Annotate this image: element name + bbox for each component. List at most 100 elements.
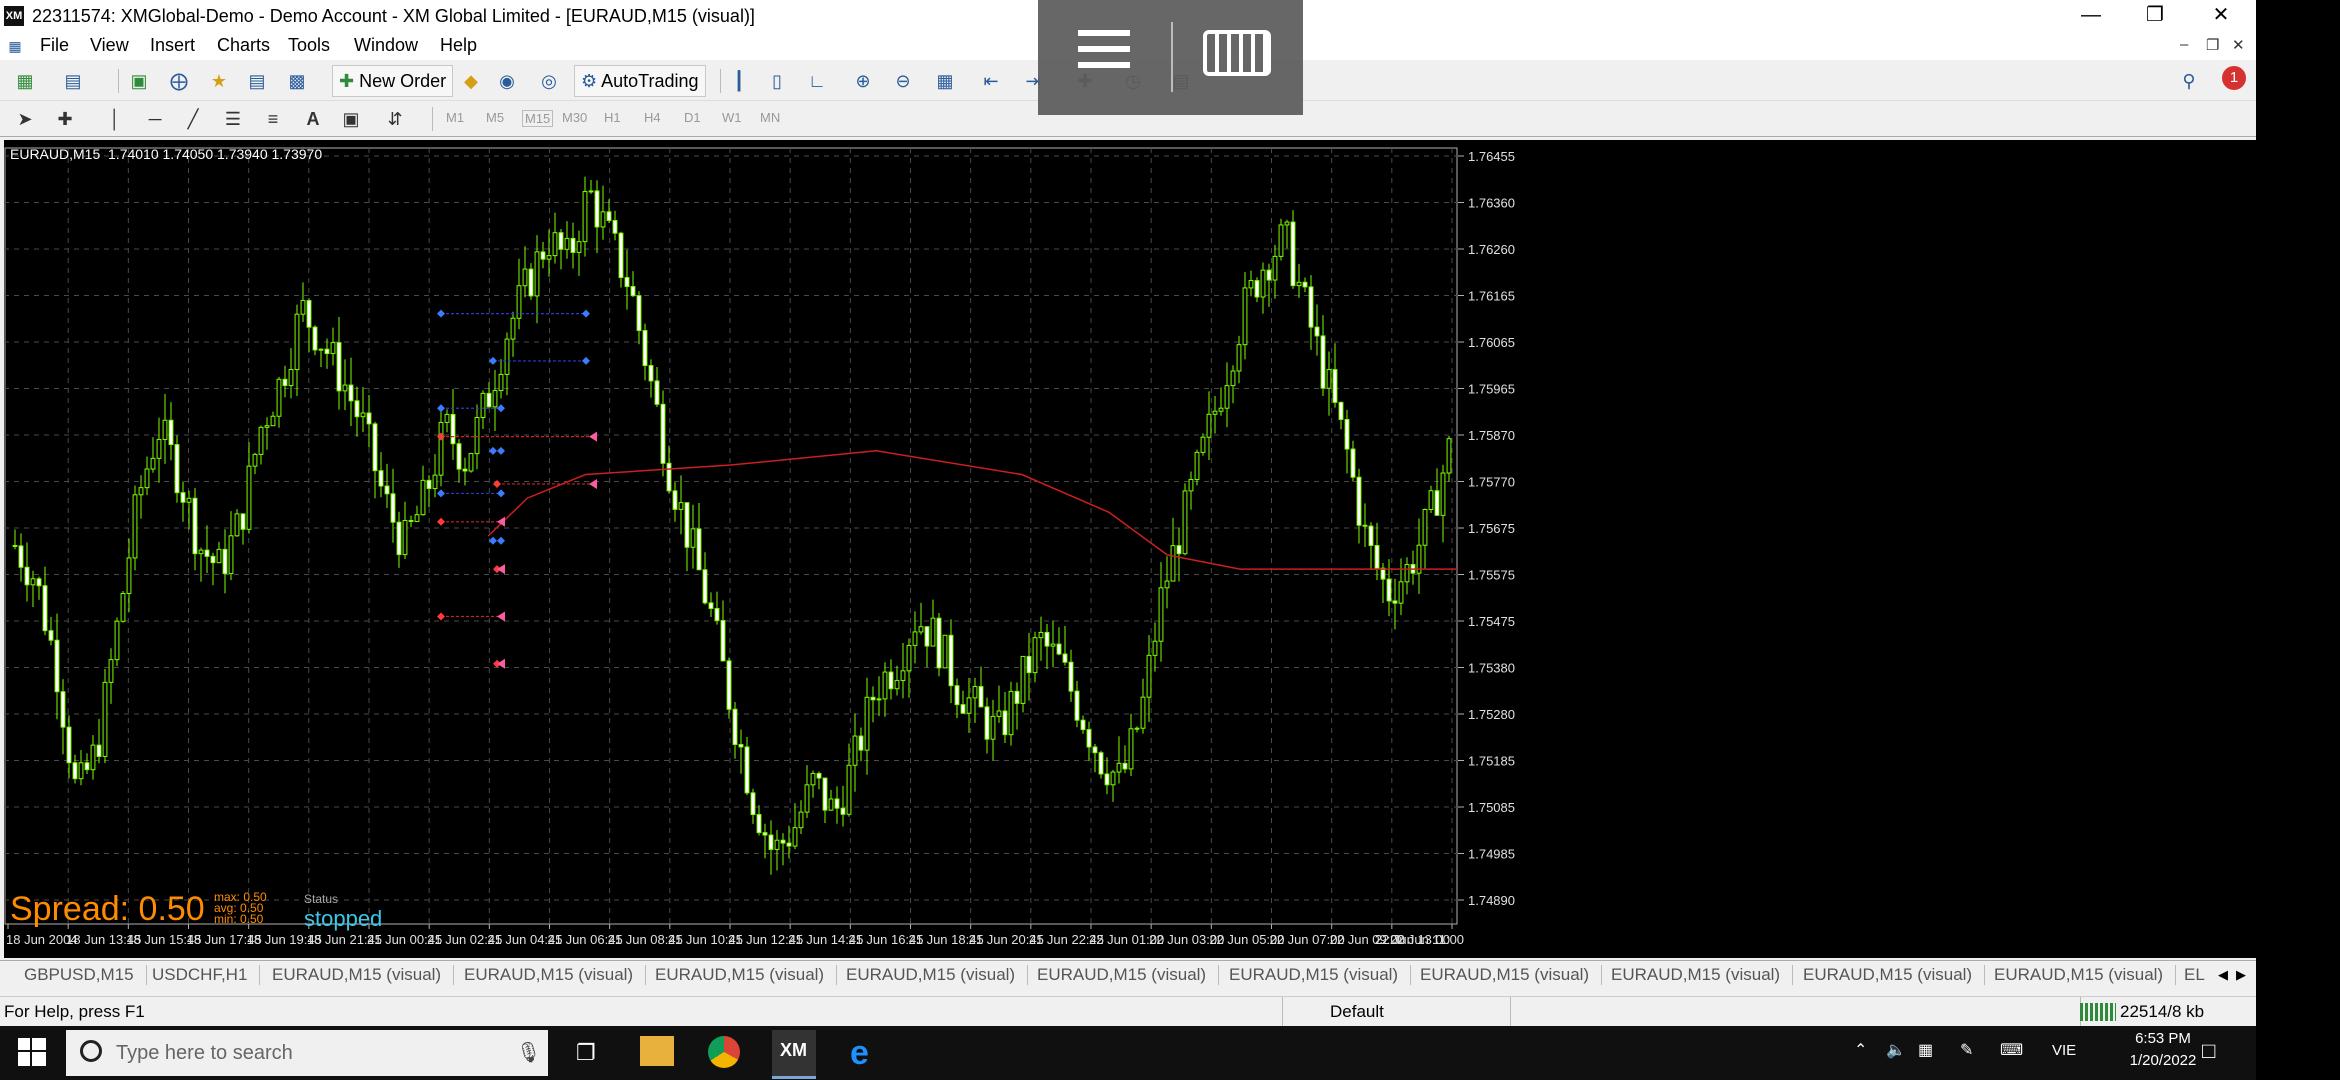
timeframe-h1[interactable]: H1 [604,110,621,125]
timeframe-m5[interactable]: M5 [486,110,504,125]
close-button[interactable]: ✕ [2190,0,2252,32]
favorites-icon[interactable]: ★ [208,70,230,92]
channel-icon[interactable]: ☰ [222,108,244,130]
tab-el[interactable]: EL [2184,965,2217,985]
menu-file[interactable]: File [40,35,69,56]
show-hidden-icons[interactable]: ⌃ [1854,1040,1867,1060]
tab-euraud-visual[interactable]: EURAUD,M15 (visual) [1803,965,1986,985]
menu-insert[interactable]: Insert [150,35,195,56]
tab-euraud-visual[interactable]: EURAUD,M15 (visual) [655,965,838,985]
network-icon[interactable]: ▦ [1918,1040,1933,1060]
touch-keyboard-icon[interactable]: ⌨ [2000,1040,2023,1060]
cursor-icon[interactable]: ➤ [14,108,36,130]
candle-bear [366,412,372,425]
tab-euraud-visual[interactable]: EURAUD,M15 (visual) [1420,965,1603,985]
metaeditor-icon[interactable]: ◆ [460,70,482,92]
candlestick-icon[interactable]: ▯ [766,70,788,92]
edge-icon[interactable]: e [850,1034,869,1073]
terminal-icon[interactable]: ▤ [246,70,268,92]
microphone-icon[interactable]: 🎙 [516,1040,541,1065]
task-view-icon[interactable]: ❐ [576,1040,596,1066]
text-icon[interactable]: A [302,108,324,130]
clock-date[interactable]: 1/20/2022 [2118,1052,2208,1069]
price-chart[interactable]: 1.76455 1.76360 1.76260 1.76165 1.76065 1.759… [4,140,2256,958]
horizontal-line-icon[interactable]: ─ [144,108,166,130]
timeframe-m1[interactable]: M1 [446,110,464,125]
candle-bull [1140,696,1146,729]
keyboard-icon[interactable] [1203,30,1271,76]
notification-badge[interactable]: 1 [2222,66,2246,90]
new-order-icon: ✚ [339,71,355,91]
candle-bear [378,470,384,487]
tab-scroll-left-icon[interactable]: ◀ [2218,967,2228,983]
hamburger-menu-icon[interactable] [1078,30,1130,76]
tile-windows-icon[interactable]: ▦ [934,70,956,92]
tab-euraud-visual[interactable]: EURAUD,M15 (visual) [1611,965,1794,985]
autotrading-button[interactable]: ⚙ AutoTrading [574,65,706,97]
windows-start-icon[interactable] [18,1038,46,1066]
profiles-icon[interactable]: ▤ [62,70,84,92]
fibonacci-icon[interactable]: ≡ [262,108,284,130]
candle-bull [270,415,276,427]
tab-euraud-visual[interactable]: EURAUD,M15 (visual) [1229,965,1412,985]
tab-usdchf-h1[interactable]: USDCHF,H1 [152,965,261,985]
vertical-line-icon[interactable]: │ [104,108,126,130]
auto-scroll-icon[interactable]: ⇤ [980,70,1002,92]
tab-euraud-visual[interactable]: EURAUD,M15 (visual) [272,965,455,985]
timeframe-mn[interactable]: MN [760,110,780,125]
market-icon[interactable]: ◎ [538,70,560,92]
candle-bull [276,378,282,417]
chrome-icon[interactable] [708,1036,740,1068]
text-label-icon[interactable]: ▣ [340,108,362,130]
new-chart-icon[interactable]: ▦ [14,70,36,92]
menu-view[interactable]: View [90,35,129,56]
taskbar-search[interactable]: Type here to search 🎙 [66,1030,548,1076]
candle-bull [504,338,510,375]
zoom-in-icon[interactable]: ⊕ [852,70,874,92]
line-chart-icon[interactable]: ∟ [806,70,828,92]
connection-status-icon[interactable] [2080,1003,2116,1021]
maximize-button[interactable]: ❐ [2124,0,2186,32]
mdi-close-button[interactable]: ✕ [2232,36,2245,54]
menu-window[interactable]: Window [354,35,418,56]
menu-tools[interactable]: Tools [288,35,330,56]
trendline-icon[interactable]: ╱ [182,108,204,130]
timeframe-d1[interactable]: D1 [684,110,701,125]
buy-exit-marker [497,489,505,498]
mdi-restore-button[interactable]: ❐ [2206,36,2219,54]
input-language[interactable]: VIE [2052,1042,2076,1059]
action-center-icon[interactable]: □ [2202,1038,2215,1064]
tab-scroll-right-icon[interactable]: ▶ [2236,967,2246,983]
timeframe-h4[interactable]: H4 [644,110,661,125]
tab-euraud-visual[interactable]: EURAUD,M15 (visual) [1994,965,2177,985]
pen-icon[interactable]: ✎ [1960,1040,1973,1060]
tab-euraud-visual[interactable]: EURAUD,M15 (visual) [1037,965,1220,985]
clock-time[interactable]: 6:53 PM [2118,1030,2208,1047]
candle-bear [630,286,636,297]
zoom-out-icon[interactable]: ⊖ [892,70,914,92]
strategy-tester-icon[interactable]: ▩ [286,70,308,92]
search-icon[interactable]: ⚲ [2178,70,2200,92]
timeframe-m15[interactable]: M15 [522,110,554,127]
minimize-button[interactable]: — [2060,0,2122,32]
tab-euraud-visual[interactable]: EURAUD,M15 (visual) [846,965,1029,985]
candle-bear [222,548,228,575]
arrows-icon[interactable]: ⇵ [384,108,406,130]
menu-help[interactable]: Help [440,35,477,56]
timeframe-w1[interactable]: W1 [722,110,742,125]
tab-euraud-visual[interactable]: EURAUD,M15 (visual) [464,965,647,985]
new-order-button[interactable]: ✚ New Order [332,65,454,97]
menu-charts[interactable]: Charts [217,35,270,56]
toolbar-separator [720,69,721,93]
signals-icon[interactable]: ◉ [496,70,518,92]
market-watch-icon[interactable]: ▣ [128,70,150,92]
xm-taskbar-button[interactable]: XM [772,1030,816,1079]
mdi-minimize-button[interactable]: – [2180,36,2188,53]
crosshair-icon[interactable]: ✚ [54,108,76,130]
timeframe-m30[interactable]: M30 [562,110,587,125]
navigator-icon[interactable]: ⨁ [168,70,190,92]
volume-icon[interactable]: 🔈 [1886,1040,1906,1060]
file-explorer-icon[interactable] [640,1036,674,1066]
tab-gbpusd-m15[interactable]: GBPUSD,M15 [24,965,147,985]
bar-chart-icon[interactable]: ┃ [728,70,750,92]
